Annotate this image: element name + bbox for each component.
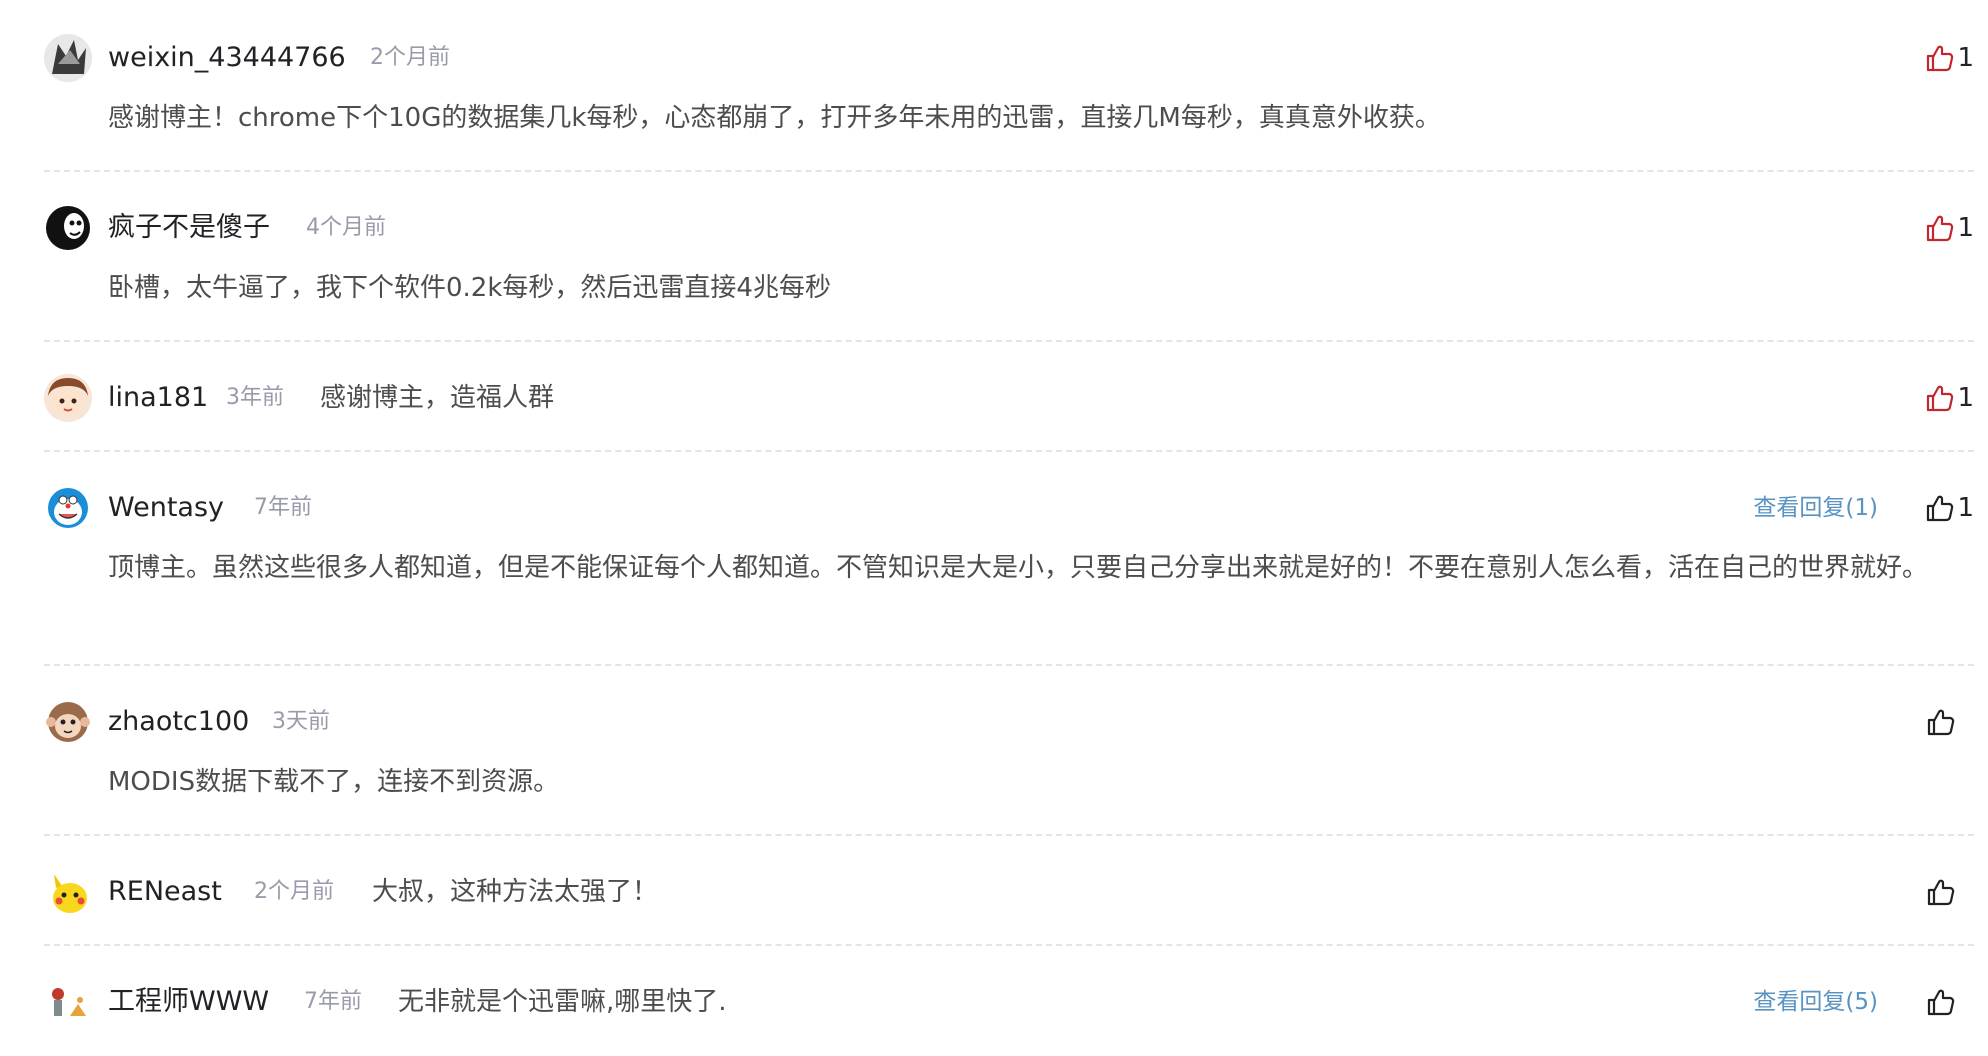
comment-time: 7年前 bbox=[304, 989, 362, 1014]
avatar[interactable] bbox=[44, 204, 92, 252]
like-button[interactable]: 1 bbox=[1925, 210, 1974, 246]
comment-author[interactable]: Wentasy bbox=[108, 490, 224, 526]
avatar-image-icon bbox=[44, 374, 92, 422]
like-button[interactable] bbox=[1926, 704, 1974, 740]
comment-divider bbox=[44, 944, 1974, 946]
avatar-image-icon bbox=[44, 484, 92, 532]
like-count: 1 bbox=[1957, 43, 1974, 73]
comment-text: 感谢博主！chrome下个10G的数据集几k每秒，心态都崩了，打开多年未用的迅雷… bbox=[108, 103, 1441, 133]
comment-time: 2个月前 bbox=[254, 879, 334, 904]
avatar[interactable] bbox=[44, 978, 92, 1026]
comment-time: 2个月前 bbox=[370, 45, 450, 70]
comment-author[interactable]: 工程师WWW bbox=[108, 984, 269, 1020]
thumbs-up-icon bbox=[1927, 45, 1954, 72]
comment-item: Wentasy 7年前 查看回复(1) 1 顶博主。虽然这些很多人都知道，但是不… bbox=[0, 480, 1988, 640]
comment-time: 4个月前 bbox=[306, 215, 386, 240]
comment-author[interactable]: lina181 bbox=[108, 380, 208, 416]
comment-item: lina181 3年前 感谢博主，造福人群 1 bbox=[0, 370, 1988, 430]
like-button[interactable]: 1 bbox=[1925, 490, 1974, 526]
comment-divider bbox=[44, 664, 1974, 666]
comment-author[interactable]: 疯子不是傻子 bbox=[108, 210, 270, 246]
like-button[interactable]: 1 bbox=[1925, 380, 1974, 416]
like-button[interactable]: 1 bbox=[1925, 40, 1974, 76]
comment-author[interactable]: zhaotc100 bbox=[108, 704, 249, 740]
comment-author[interactable]: RENeast bbox=[108, 874, 222, 910]
thumbs-up-icon bbox=[1927, 879, 1955, 906]
comment-list: weixin_43444766 2个月前 1 感谢博主！chrome下个10G的… bbox=[0, 0, 1988, 1056]
avatar-image-icon bbox=[44, 698, 92, 746]
avatar-image-icon bbox=[44, 34, 92, 82]
comment-text: 顶博主。虽然这些很多人都知道，但是不能保证每个人都知道。不管知识是大是小，只要自… bbox=[108, 553, 1929, 583]
comment-text: 卧槽，太牛逼了，我下个软件0.2k每秒，然后迅雷直接4兆每秒 bbox=[108, 273, 831, 303]
avatar[interactable] bbox=[44, 868, 92, 916]
comment-time: 7年前 bbox=[254, 495, 312, 520]
avatar[interactable] bbox=[44, 484, 92, 532]
comment-text: 大叔，这种方法太强了！ bbox=[372, 877, 659, 907]
comment-time: 3年前 bbox=[226, 385, 284, 410]
thumbs-up-icon bbox=[1927, 215, 1954, 242]
comment-text: 无非就是个迅雷嘛,哪里快了. bbox=[398, 987, 727, 1017]
thumbs-up-icon bbox=[1927, 989, 1955, 1016]
like-count: 1 bbox=[1957, 383, 1974, 413]
thumbs-up-icon bbox=[1927, 709, 1955, 736]
comment-divider bbox=[44, 340, 1974, 342]
thumbs-up-icon bbox=[1927, 495, 1954, 522]
like-count: 1 bbox=[1957, 213, 1974, 243]
comment-text: MODIS数据下载不了，连接不到资源。 bbox=[108, 767, 560, 797]
comment-item: weixin_43444766 2个月前 1 感谢博主！chrome下个10G的… bbox=[0, 30, 1988, 140]
view-replies-link[interactable]: 查看回复(5) bbox=[1753, 984, 1878, 1020]
comment-divider bbox=[44, 450, 1974, 452]
avatar[interactable] bbox=[44, 698, 92, 746]
thumbs-up-icon bbox=[1927, 385, 1954, 412]
avatar-image-icon bbox=[44, 978, 92, 1026]
avatar[interactable] bbox=[44, 34, 92, 82]
avatar[interactable] bbox=[44, 374, 92, 422]
like-count: 1 bbox=[1957, 493, 1974, 523]
comment-item: RENeast 2个月前 大叔，这种方法太强了！ bbox=[0, 864, 1988, 924]
comment-time: 3天前 bbox=[272, 709, 330, 734]
comment-item: 工程师WWW 7年前 无非就是个迅雷嘛,哪里快了. 查看回复(5) bbox=[0, 974, 1988, 1034]
comment-item: zhaotc100 3天前 MODIS数据下载不了，连接不到资源。 bbox=[0, 694, 1988, 804]
comment-item: 疯子不是傻子 4个月前 1 卧槽，太牛逼了，我下个软件0.2k每秒，然后迅雷直接… bbox=[0, 200, 1988, 310]
comment-text: 感谢博主，造福人群 bbox=[320, 383, 555, 413]
comment-author[interactable]: weixin_43444766 bbox=[108, 40, 346, 76]
comment-divider bbox=[44, 170, 1974, 172]
view-replies-link[interactable]: 查看回复(1) bbox=[1753, 490, 1878, 526]
like-button[interactable] bbox=[1926, 874, 1974, 910]
like-button[interactable] bbox=[1926, 984, 1974, 1020]
comment-divider bbox=[44, 834, 1974, 836]
avatar-image-icon bbox=[44, 204, 92, 252]
avatar-image-icon bbox=[44, 868, 92, 916]
